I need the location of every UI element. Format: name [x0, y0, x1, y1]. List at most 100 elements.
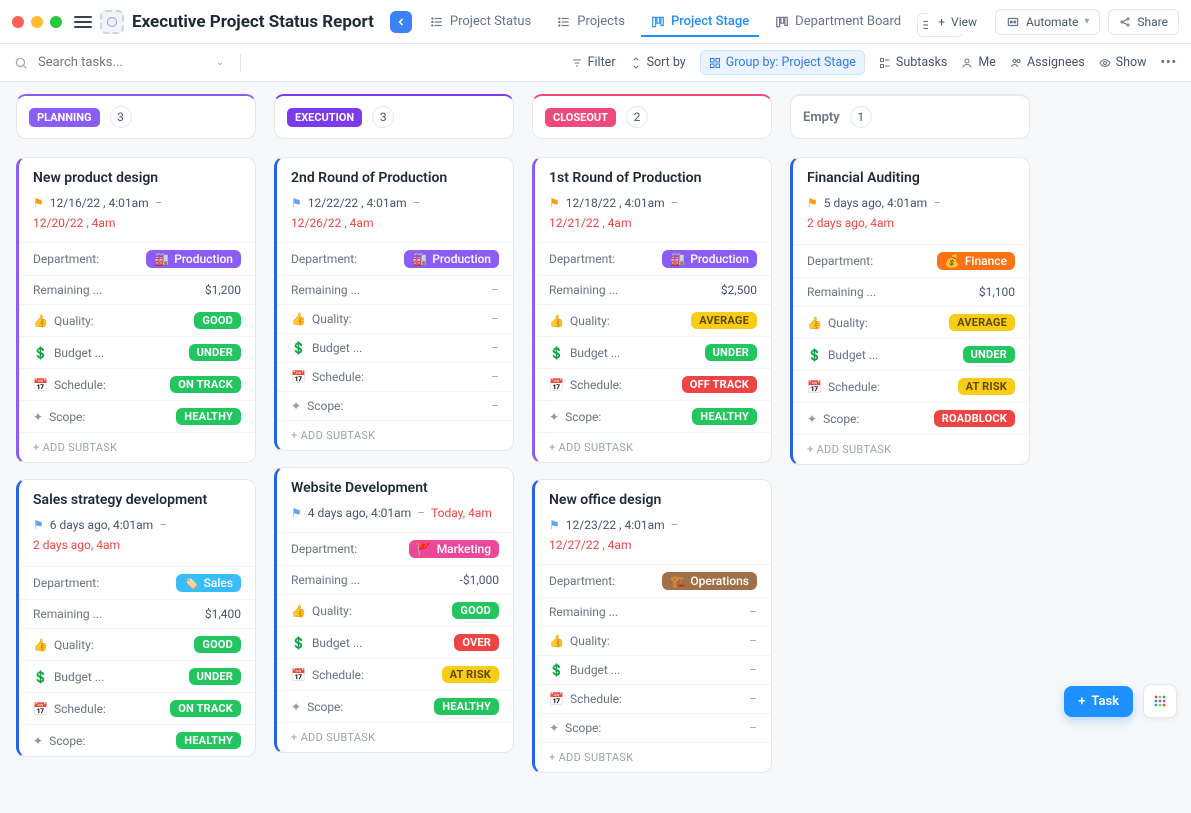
sort-button[interactable]: Sort by: [630, 55, 686, 70]
department-icon: 🏭: [154, 252, 169, 266]
menu-icon[interactable]: [74, 13, 92, 31]
tab-project-status[interactable]: Project Status: [420, 8, 541, 37]
department-name: Marketing: [437, 542, 491, 556]
task-card[interactable]: New office design⚑12/23/22 , 4:01am–12/2…: [532, 479, 772, 773]
department-pill[interactable]: 🏭Production: [146, 250, 241, 268]
field-label: Budget ...: [54, 346, 104, 360]
scope-icon: ✦: [807, 412, 817, 426]
task-card[interactable]: 1st Round of Production⚑12/18/22 , 4:01a…: [532, 157, 772, 463]
tab-projects[interactable]: Projects: [547, 8, 635, 37]
add-subtask-button[interactable]: + ADD SUBTASK: [277, 420, 513, 450]
assignees-button[interactable]: Assignees: [1010, 55, 1085, 70]
department-pill[interactable]: 🏷️Sales: [176, 574, 241, 592]
thumbs-up-icon: 👍: [549, 634, 564, 648]
task-card[interactable]: Financial Auditing⚑5 days ago, 4:01am–2 …: [790, 157, 1030, 465]
column-count: 1: [850, 106, 872, 128]
task-card[interactable]: 2nd Round of Production⚑12/22/22 , 4:01a…: [274, 157, 514, 451]
row-quality: 👍Quality:–: [277, 304, 513, 333]
dates: ⚑12/16/22 , 4:01am–12/20/22 , 4am: [33, 196, 241, 230]
field-label: Schedule:: [570, 378, 622, 392]
new-task-button[interactable]: + Task: [1064, 686, 1133, 717]
maximize-window-icon[interactable]: [50, 16, 62, 28]
date-separator: –: [413, 196, 421, 210]
task-card[interactable]: Website Development⚑4 days ago, 4:01am–T…: [274, 467, 514, 753]
task-card[interactable]: New product design⚑12/16/22 , 4:01am–12/…: [16, 157, 256, 463]
row-quality: 👍Quality:AVERAGE: [535, 304, 771, 336]
flag-icon: ⚑: [291, 196, 302, 210]
column-header[interactable]: PLANNING3: [16, 94, 256, 139]
field-label: Scope:: [565, 410, 601, 424]
column-header[interactable]: EXECUTION3: [274, 94, 514, 139]
calendar-icon: 📅: [807, 380, 822, 394]
calendar-icon: 📅: [549, 692, 564, 706]
row-remaining: Remaining ...$1,400: [19, 599, 255, 628]
subtasks-button[interactable]: Subtasks: [879, 55, 947, 70]
field-label: Quality:: [312, 604, 352, 618]
row-schedule: 📅Schedule:OFF TRACK: [535, 368, 771, 400]
row-department: Department: 🏭Production: [19, 242, 255, 275]
field-label: Quality:: [570, 314, 610, 328]
me-button[interactable]: Me: [961, 55, 996, 70]
dates: ⚑12/23/22 , 4:01am–12/27/22 , 4am: [549, 518, 757, 552]
group-by-chip[interactable]: Group by: Project Stage: [700, 50, 865, 75]
calendar-icon: 📅: [291, 370, 306, 384]
search-field[interactable]: ⌄: [14, 54, 224, 71]
close-window-icon[interactable]: [12, 16, 24, 28]
field-label: Scope:: [565, 721, 601, 735]
minimize-window-icon[interactable]: [31, 16, 43, 28]
add-view-button[interactable]: + View: [928, 10, 987, 34]
status-pill: OFF TRACK: [682, 376, 757, 393]
department-pill[interactable]: 🏗️Operations: [662, 572, 757, 590]
automate-button[interactable]: Automate ▾: [995, 9, 1100, 35]
money-icon: 💲: [291, 636, 306, 650]
row-remaining: Remaining ...$2,500: [535, 275, 771, 304]
add-subtask-button[interactable]: + ADD SUBTASK: [793, 434, 1029, 464]
start-date: 12/22/22 , 4:01am: [308, 196, 407, 210]
row-schedule: 📅Schedule:–: [277, 362, 513, 391]
column-header[interactable]: CLOSEOUT2: [532, 94, 772, 139]
money-icon: 💲: [549, 346, 564, 360]
department-pill[interactable]: 🚩Marketing: [409, 540, 499, 558]
thumbs-up-icon: 👍: [291, 312, 306, 326]
department-pill[interactable]: 💰Finance: [937, 252, 1015, 270]
remaining-value: –: [749, 605, 757, 619]
add-subtask-button[interactable]: + ADD SUBTASK: [535, 432, 771, 462]
task-card[interactable]: Sales strategy development⚑6 days ago, 4…: [16, 479, 256, 757]
back-button[interactable]: [390, 11, 412, 33]
share-button[interactable]: Share: [1108, 9, 1179, 35]
filter-button[interactable]: Filter: [571, 55, 616, 70]
show-button[interactable]: Show: [1099, 55, 1147, 70]
add-subtask-button[interactable]: + ADD SUBTASK: [535, 742, 771, 772]
row-schedule: 📅Schedule:AT RISK: [277, 658, 513, 690]
field-label: Budget ...: [312, 636, 362, 650]
department-pill[interactable]: 🏭Production: [404, 250, 499, 268]
row-scope: ✦Scope:ROADBLOCK: [793, 402, 1029, 434]
apps-button[interactable]: [1143, 684, 1177, 718]
status-pill: UNDER: [705, 344, 757, 361]
department-name: Production: [432, 252, 491, 266]
dates: ⚑4 days ago, 4:01am–Today, 4am: [291, 506, 499, 520]
thumbs-up-icon: 👍: [33, 638, 48, 652]
field-label: Department:: [33, 252, 99, 266]
workspace-icon[interactable]: [100, 10, 124, 34]
department-pill[interactable]: 🏭Production: [662, 250, 757, 268]
department-name: Sales: [204, 576, 233, 590]
field-label: Remaining ...: [33, 607, 102, 621]
chevron-down-icon[interactable]: ⌄: [216, 57, 224, 68]
column-header[interactable]: Empty1: [790, 94, 1030, 139]
tab-department-board[interactable]: Department Board: [765, 8, 911, 37]
me-label: Me: [978, 55, 996, 70]
tab-project-stage[interactable]: Project Stage: [641, 8, 759, 37]
flag-icon: ⚑: [549, 518, 560, 532]
add-subtask-button[interactable]: + ADD SUBTASK: [19, 432, 255, 462]
end-date: 2 days ago, 4am: [33, 538, 120, 552]
search-input[interactable]: [36, 54, 176, 71]
row-budget: 💲Budget ...UNDER: [19, 336, 255, 368]
more-icon[interactable]: •••: [1161, 55, 1177, 70]
search-icon: [14, 56, 28, 70]
field-label: Schedule:: [828, 380, 880, 394]
tab-label: Department Board: [795, 14, 901, 29]
end-date: Today, 4am: [431, 506, 492, 520]
add-subtask-button[interactable]: + ADD SUBTASK: [277, 722, 513, 752]
card-title: Sales strategy development: [33, 492, 241, 508]
